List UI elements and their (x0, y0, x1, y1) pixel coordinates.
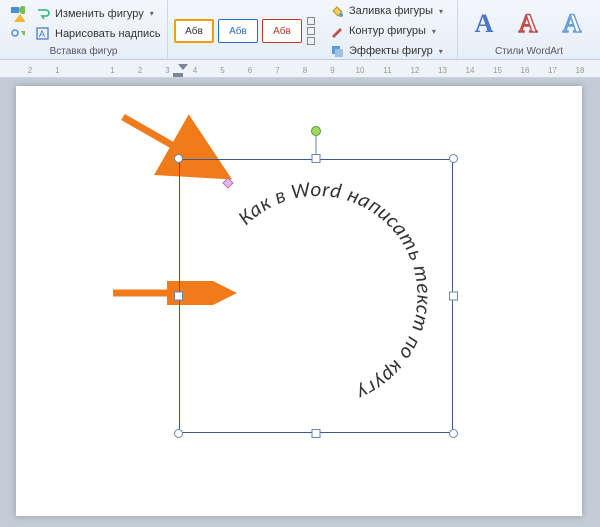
dropdown-icon: ▾ (150, 9, 154, 18)
ruler-tick: 2 (138, 66, 142, 75)
shape-effects-button[interactable]: Эффекты фигур ▾ (326, 42, 446, 60)
curved-text: Как в Word написать текст по кругу (232, 176, 437, 407)
ruler-tick: 12 (411, 66, 420, 75)
shape-style-1[interactable]: Абв (174, 19, 214, 43)
ruler-tick: 3 (165, 66, 169, 75)
draw-textbox-button[interactable]: A Нарисовать надпись (32, 25, 163, 43)
curved-text-svg: Как в Word написать текст по кругу (179, 159, 453, 433)
ruler-tick: 9 (330, 66, 334, 75)
shape-effects-label: Эффекты фигур (349, 45, 433, 57)
ruler-tick: 4 (193, 66, 197, 75)
dropdown-icon: ▾ (432, 27, 436, 36)
gallery-down-icon[interactable] (307, 27, 315, 35)
ruler-tick: 17 (548, 66, 557, 75)
shape-style-3[interactable]: Абв (262, 19, 302, 43)
page[interactable]: Как в Word написать текст по кругу (16, 86, 582, 516)
document-area: Как в Word написать текст по кругу (0, 78, 600, 527)
ruler-tick: 5 (220, 66, 224, 75)
shape-fill-label: Заливка фигуры (349, 5, 433, 17)
draw-textbox-label: Нарисовать надпись (55, 28, 160, 40)
group-shape-styles: Абв Абв Абв Заливка фигуры ▾ Контур фигур… (168, 0, 458, 59)
edit-shape-icon (35, 6, 51, 22)
gallery-up-icon[interactable] (307, 17, 315, 25)
edit-shape-button[interactable]: Изменить фигуру ▾ (32, 5, 163, 23)
ruler-tick: 13 (438, 66, 447, 75)
ruler-tick: 7 (275, 66, 279, 75)
wordart-style-3[interactable]: A (552, 7, 592, 41)
ruler-tick: 1 (110, 66, 114, 75)
group-wordart-styles: A A A Стили WordArt (458, 0, 600, 59)
ruler-tick: 6 (248, 66, 252, 75)
ruler-tick: 2 (28, 66, 32, 75)
indent-marker-bottom-icon[interactable] (173, 73, 183, 77)
shape-style-2[interactable]: Абв (218, 19, 258, 43)
ruler[interactable]: 21123456789101112131415161718 (0, 60, 600, 78)
selected-shape[interactable]: Как в Word написать текст по кругу (171, 151, 461, 441)
edit-shape-label: Изменить фигуру (55, 8, 144, 20)
bucket-icon (329, 3, 345, 19)
textbox-icon: A (35, 26, 51, 42)
group-title-wordart: Стили WordArt (464, 45, 594, 59)
group-insert-shapes: Изменить фигуру ▾ A Нарисовать надпись В… (0, 0, 168, 59)
shape-outline-label: Контур фигуры (349, 25, 426, 37)
wordart-style-1[interactable]: A (464, 7, 504, 41)
pen-icon (329, 23, 345, 39)
dropdown-icon: ▾ (439, 47, 443, 56)
wordart-style-2[interactable]: A (508, 7, 548, 41)
shape-fill-button[interactable]: Заливка фигуры ▾ (326, 2, 446, 20)
shape-gallery-icon[interactable] (6, 5, 28, 23)
indent-marker-top-icon[interactable] (178, 64, 188, 70)
ruler-tick: 8 (303, 66, 307, 75)
ruler-tick: 10 (356, 66, 365, 75)
group-title-insert: Вставка фигур (6, 45, 161, 59)
ribbon: Изменить фигуру ▾ A Нарисовать надпись В… (0, 0, 600, 60)
svg-text:A: A (39, 29, 45, 39)
ruler-tick: 15 (493, 66, 502, 75)
dropdown-icon: ▾ (439, 7, 443, 16)
gallery-more-icon[interactable] (307, 37, 315, 45)
shape-gallery-more-icon[interactable] (6, 25, 28, 43)
shape-outline-button[interactable]: Контур фигуры ▾ (326, 22, 446, 40)
ruler-tick: 16 (521, 66, 530, 75)
rotation-stem (316, 134, 317, 155)
rotation-handle-icon[interactable] (311, 126, 321, 136)
ruler-tick: 14 (466, 66, 475, 75)
ruler-tick: 11 (383, 66, 391, 75)
ruler-tick: 18 (576, 66, 585, 75)
effects-icon (329, 43, 345, 59)
ruler-tick: 1 (55, 66, 59, 75)
